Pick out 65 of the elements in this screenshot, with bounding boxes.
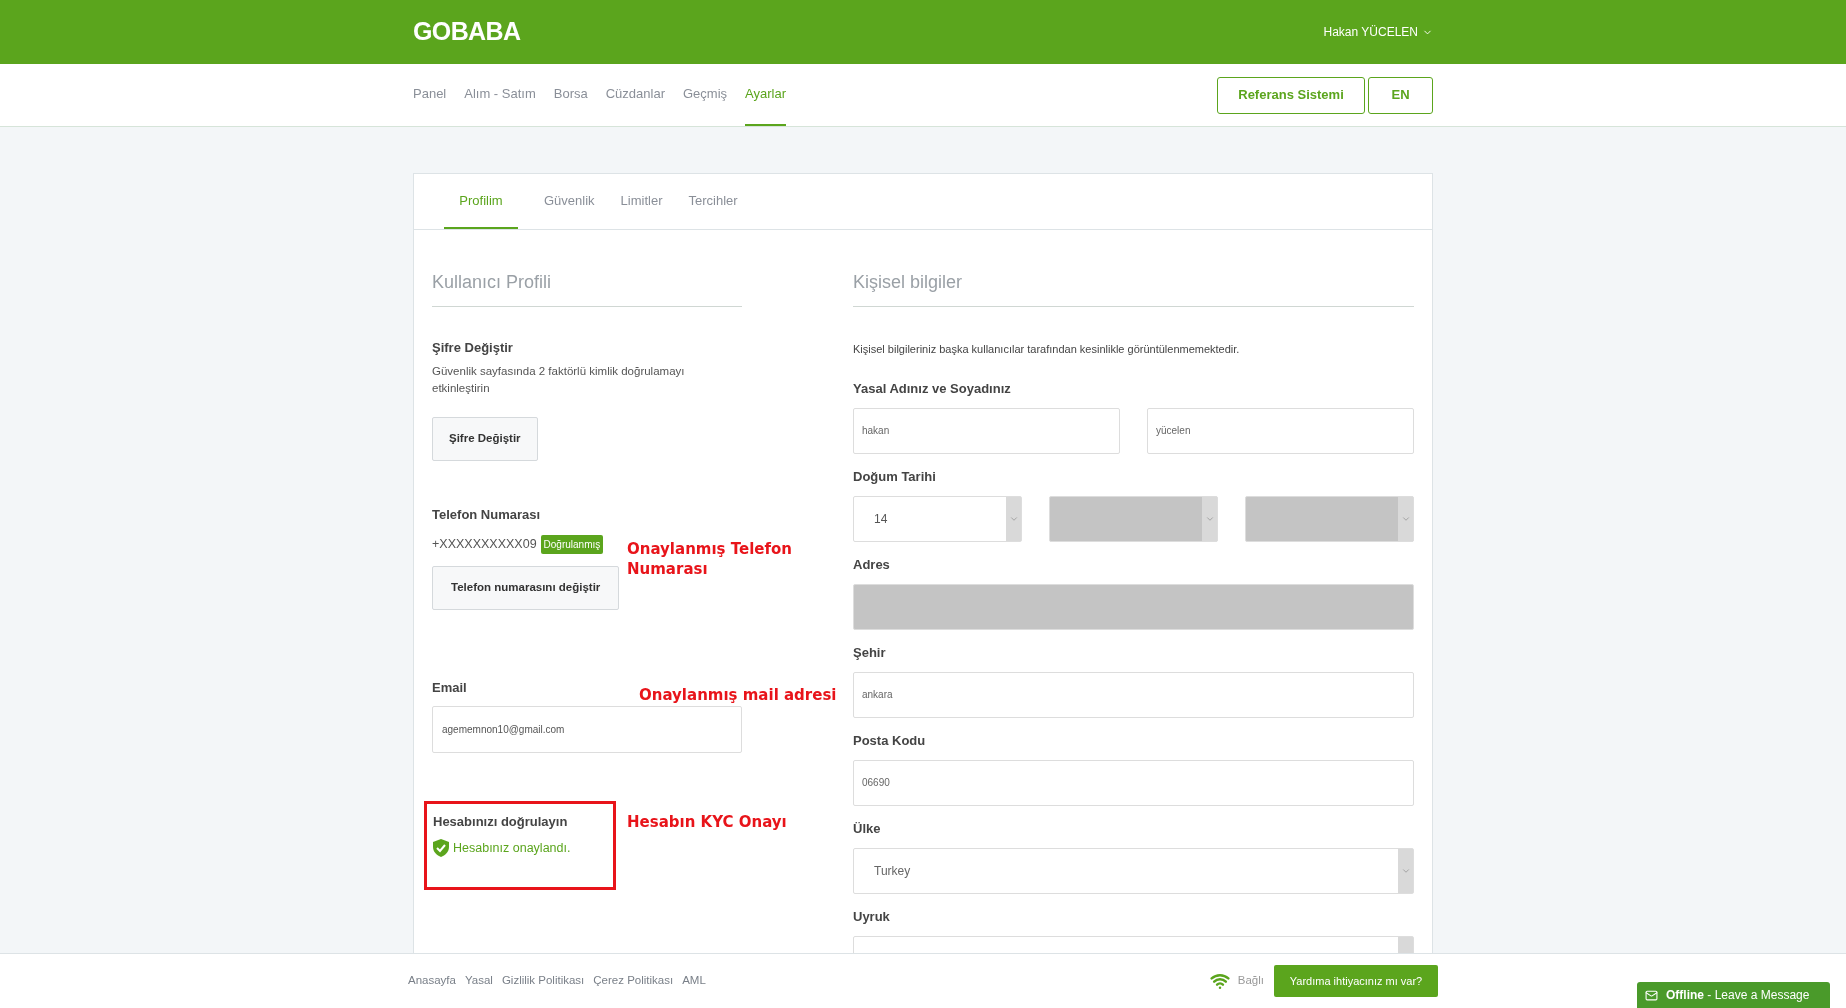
select-value: Turkey <box>874 862 911 880</box>
annotation-text: Onaylanmış Telefon Numarası <box>627 539 793 579</box>
footer-link[interactable]: Çerez Politikası <box>593 972 674 990</box>
dropdown-toggle[interactable] <box>1398 848 1413 893</box>
annotation-text: Onaylanmış mail adresi <box>639 685 837 705</box>
field-label: Adres <box>853 556 890 573</box>
footer-link[interactable]: Anasayfa <box>408 972 456 990</box>
field-label: Uyruk <box>853 908 890 925</box>
field-label: Yasal Adınız ve Soyadınız <box>853 380 1011 397</box>
nav-link[interactable]: Geçmiş <box>683 64 728 126</box>
user-menu[interactable]: Hakan YÜCELEN <box>1323 23 1433 41</box>
nav-link[interactable]: Ayarlar <box>745 64 786 126</box>
field-label: Doğum Tarihi <box>853 468 936 485</box>
text-input[interactable]: 06690 <box>853 759 1414 806</box>
field-label: Telefon Numarası <box>432 507 541 523</box>
settings-tab[interactable]: Profilim <box>444 174 518 229</box>
phone-number: +XXXXXXXXXX09 <box>432 536 537 554</box>
footer-link[interactable]: AML <box>682 972 706 990</box>
field-label: Posta Kodu <box>853 732 926 749</box>
wifi-icon <box>1209 971 1230 991</box>
date-select[interactable] <box>1245 495 1414 542</box>
text-input[interactable]: hakan <box>853 407 1120 454</box>
logo[interactable]: GOBABA <box>413 13 521 51</box>
settings-tab[interactable]: Limitler <box>620 174 663 229</box>
section-heading: Kullanıcı Profili <box>432 269 742 307</box>
settings-tab[interactable]: Tercihler <box>688 174 738 229</box>
privacy-note: Kişisel bilgileriniz başka kullanıcılar tarafından kesinlikle görüntülenmemektedir. <box>853 342 1241 357</box>
nav-button[interactable]: EN <box>1368 76 1433 114</box>
nav-button[interactable]: Referans Sistemi <box>1217 76 1365 114</box>
email-input[interactable]: agememnon10@gmail.com <box>432 706 742 753</box>
field-label: Ülke <box>853 820 881 837</box>
nav-link[interactable]: Borsa <box>553 64 588 126</box>
change-password-button[interactable]: Şifre Değiştir <box>432 417 538 461</box>
help-text: Güvenlik sayfasında 2 faktörlü kimlik doğrulamayı etkinleştirin <box>432 364 686 396</box>
section-heading: Kişisel bilgiler <box>853 269 1414 307</box>
footer-link[interactable]: Gizlilik Politikası <box>501 972 585 990</box>
change-phone-button[interactable]: Telefon numarasını değiştir <box>432 566 620 610</box>
date-select[interactable] <box>1049 495 1218 542</box>
verification-status: Hesabınız onaylandı. <box>453 840 571 857</box>
select-field[interactable]: Turkey <box>853 847 1414 894</box>
shield-check-icon <box>433 839 449 858</box>
connection-status: Bağlı <box>1237 973 1264 989</box>
field-label: Hesabınızı doğrulayın <box>433 814 568 830</box>
field-label: Şifre Değiştir <box>432 340 513 356</box>
nav-link[interactable]: Cüzdanlar <box>605 64 665 126</box>
chat-status: Offline - Leave a Message <box>1666 987 1810 1004</box>
redacted-field[interactable] <box>853 583 1414 630</box>
footer-link[interactable]: Yasal <box>464 972 493 990</box>
chat-tab[interactable]: Offline - Leave a Message <box>1637 982 1830 1008</box>
text-input[interactable]: yücelen <box>1147 407 1414 454</box>
envelope-icon <box>1645 988 1658 1002</box>
verified-badge: Doğrulanmış <box>540 535 604 554</box>
nav-link[interactable]: Panel <box>413 64 447 126</box>
select-value: 14 <box>874 510 888 528</box>
date-select[interactable]: 14 <box>853 495 1022 542</box>
dropdown-toggle[interactable] <box>1202 496 1217 541</box>
field-label: Email <box>432 680 467 696</box>
dropdown-toggle[interactable] <box>1398 496 1413 541</box>
text-input[interactable]: ankara <box>853 671 1414 718</box>
dropdown-toggle[interactable] <box>1006 496 1021 541</box>
settings-tab[interactable]: Güvenlik <box>544 174 595 229</box>
help-button[interactable]: Yardıma ihtiyacınız mı var? <box>1274 965 1438 997</box>
annotation-text: Hesabın KYC Onayı <box>627 812 787 832</box>
nav-link[interactable]: Alım - Satım <box>464 64 536 126</box>
field-label: Şehir <box>853 644 886 661</box>
